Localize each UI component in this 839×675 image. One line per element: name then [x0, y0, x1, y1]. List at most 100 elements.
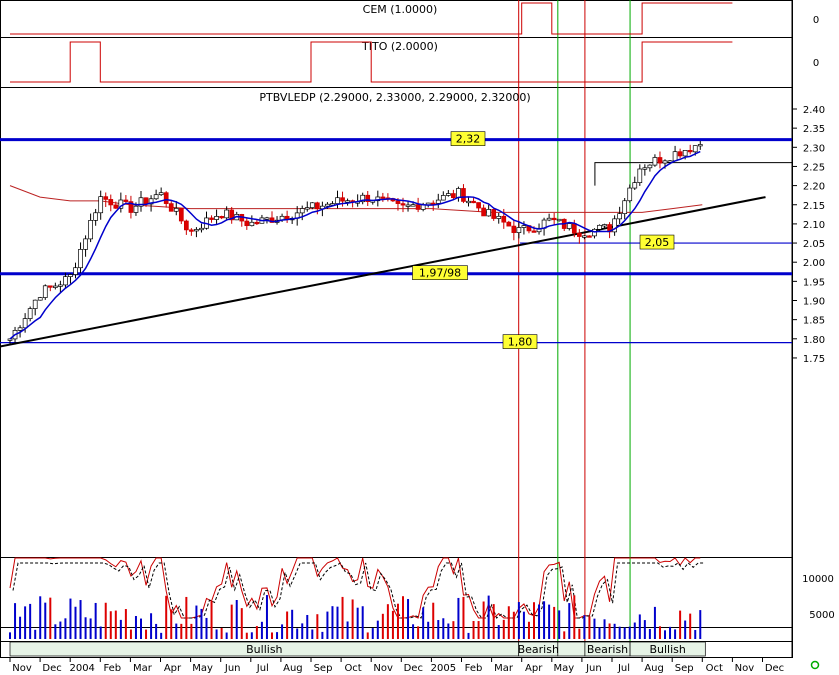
regime-label: Bullish [649, 643, 685, 656]
candle-body [224, 209, 230, 219]
candle-body [672, 151, 678, 162]
candle-body [440, 195, 446, 201]
candle-body [309, 202, 315, 208]
candle-body [209, 217, 214, 220]
panel-frame-3 [0, 557, 793, 628]
candle-body [405, 204, 411, 207]
candle-body [178, 208, 184, 222]
cem-tick: 0 [813, 15, 819, 26]
trendline [0, 196, 766, 348]
candle-body [576, 232, 582, 237]
time-tick-label: Nov [12, 663, 32, 674]
candle-body [194, 229, 199, 232]
time-tick-label: Nov [373, 663, 393, 674]
time-tick-label: Feb [465, 663, 483, 674]
candle-body [476, 202, 481, 209]
candle-body [113, 204, 119, 209]
regime-label: Bearish [518, 643, 559, 656]
price-tick-label: 2.00 [803, 258, 825, 269]
candle-body [445, 193, 451, 196]
candle-body [435, 199, 441, 204]
candle-body [219, 216, 224, 219]
candle-body [456, 188, 461, 199]
candle-body [42, 285, 48, 298]
status-icon[interactable] [810, 660, 820, 670]
time-tick-label: 2005 [431, 663, 456, 674]
candle-body [627, 187, 633, 202]
candle-body [345, 200, 350, 203]
level-label: 2,32 [456, 133, 481, 146]
price-tick-label: 2.10 [803, 220, 825, 231]
candle-body [521, 225, 527, 228]
price-tick-label: 2.20 [803, 182, 825, 193]
candle-body [244, 220, 250, 227]
cem-title: CEM (1.0000) [363, 3, 438, 16]
candle-body [531, 230, 537, 233]
regime-label: Bearish [587, 643, 628, 656]
tito-line [10, 41, 733, 83]
price-tick-label: 1.85 [803, 316, 825, 327]
candle-body [47, 285, 53, 288]
time-tick-label: Dec [765, 663, 784, 674]
time-tick-label: Aug [283, 663, 303, 674]
candle-body [587, 235, 592, 238]
candle-body [647, 164, 653, 169]
candle-body [687, 150, 693, 153]
candle-body [592, 228, 597, 237]
candle-body [254, 221, 260, 225]
candle-body [506, 221, 512, 227]
candle-body [486, 209, 492, 217]
candle-body [697, 144, 703, 147]
candle-body [682, 150, 688, 157]
time-tick-label: Jul [256, 663, 269, 674]
time-tick-label: Sep [675, 663, 694, 674]
candle-body [143, 197, 149, 205]
candle-body [637, 168, 643, 183]
panel-frame-4 [0, 627, 793, 642]
candle-body [214, 216, 219, 220]
time-axis: Nov Dec 2004 Feb Mar Apr May Jun Jul Aug Sep Oct Nov… [9, 657, 784, 674]
candle-body [582, 235, 587, 238]
level-label: 1,80 [508, 336, 533, 349]
candle-body [471, 200, 476, 204]
time-tick-label: Apr [525, 663, 543, 674]
candle-body [632, 182, 638, 189]
time-tick-label: Jun [585, 663, 602, 674]
candle-body [22, 318, 28, 329]
price-axis: 2.40 2.35 2.30 2.25 2.20 2.15 2.10 2.05 2.00 1.95… [792, 105, 825, 365]
price-tick-label: 1.90 [803, 297, 825, 308]
time-tick-label: Feb [103, 663, 121, 674]
candle-body [566, 223, 572, 229]
candle-body [88, 220, 93, 240]
time-tick-label: Jun [224, 663, 241, 674]
time-tick-label: Jul [617, 663, 630, 674]
candle-body [168, 203, 174, 212]
short-moving-average [9, 150, 701, 340]
candle-body [466, 200, 471, 204]
candle-body [692, 145, 698, 153]
signal-lines [518, 0, 631, 641]
volume-tick-10000: 10000 [802, 574, 834, 585]
candle-body [410, 204, 416, 207]
candle-body [496, 215, 502, 219]
candle-body [98, 196, 104, 214]
candle-body [556, 218, 562, 222]
candle-body [173, 208, 179, 212]
time-tick-label: May [192, 663, 213, 674]
time-tick-label: Sep [314, 663, 333, 674]
tito-title: TITO (2.0000) [361, 40, 438, 53]
candle-body [32, 299, 38, 309]
tito-tick: 0 [813, 58, 819, 69]
candle-body [133, 205, 139, 213]
price-tick-label: 2.30 [803, 143, 825, 154]
candle-body [617, 213, 623, 220]
candle-body [299, 208, 305, 214]
regime-label: Bullish [246, 643, 282, 656]
candle-body [93, 212, 99, 221]
candle-body [511, 225, 517, 233]
stock-chart: CEM (1.0000) 0 TITO (2.0000) 0 PTBVLEDP … [0, 0, 835, 674]
candle-body [571, 223, 577, 234]
candle-body [335, 197, 340, 204]
candle-body [602, 224, 607, 227]
volume-tick-5000: 5000 [809, 610, 834, 621]
